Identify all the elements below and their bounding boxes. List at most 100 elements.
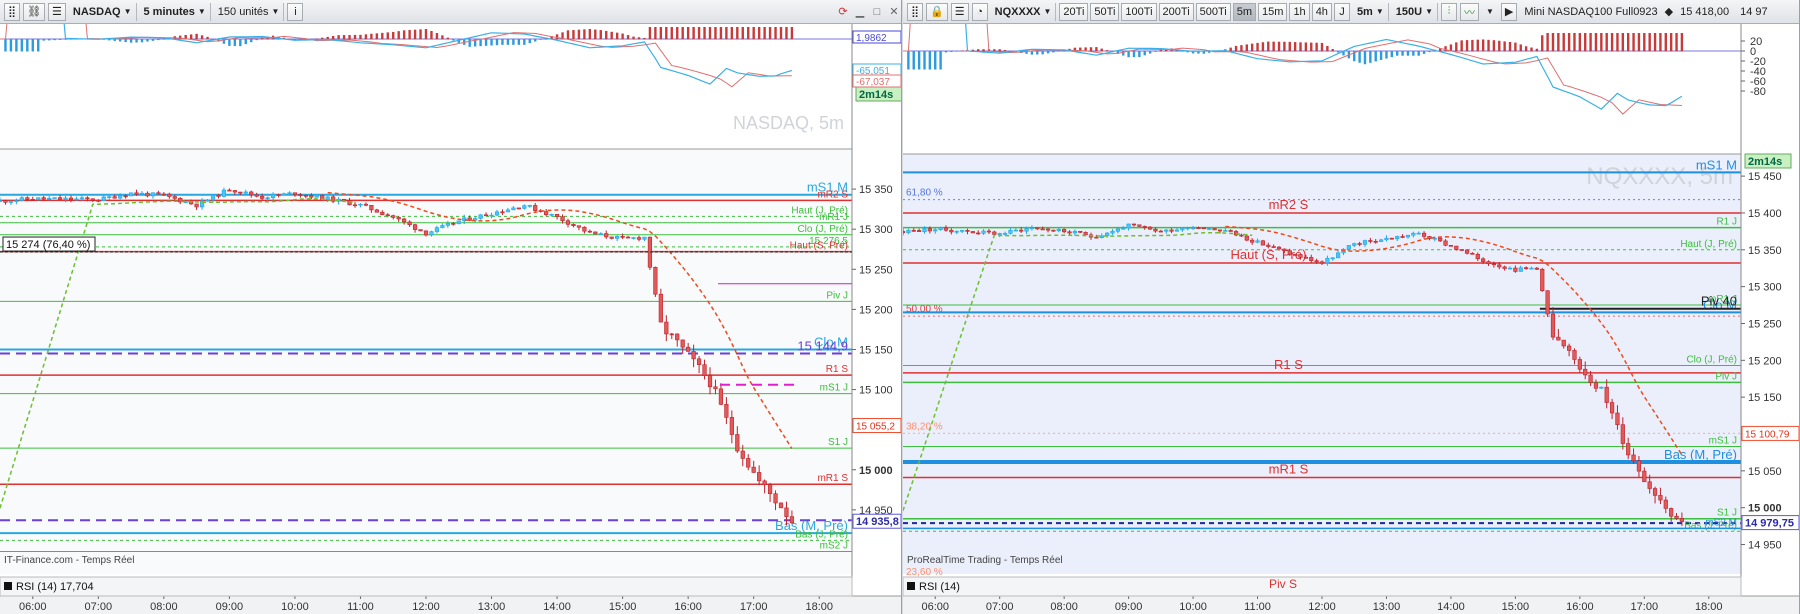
candle-body — [751, 466, 756, 473]
macd-bar — [490, 39, 493, 46]
candle-body — [746, 458, 751, 468]
refresh-icon[interactable]: ⟳ — [836, 5, 850, 19]
tf-button-200ti[interactable]: 200Ti — [1158, 2, 1194, 21]
candle-body — [582, 226, 587, 232]
candle-body — [954, 230, 959, 233]
macd-bar — [1659, 33, 1662, 52]
candle-body — [1427, 236, 1432, 239]
candle-body — [90, 198, 95, 201]
macd-bar — [1127, 51, 1130, 58]
instrument-watermark: NASDAQ, 5m — [733, 113, 844, 133]
left-chart-window: ⣿ ⛓ ☰ NASDAQ ▼ 5 minutes ▼ 150 unités ▼ i ⟳… — [0, 0, 902, 614]
candle-body — [1239, 234, 1244, 237]
symbol-select[interactable]: NASDAQ ▼ — [69, 2, 137, 21]
candle-body — [1298, 254, 1303, 258]
line-style-icon[interactable]: 〰 — [1459, 2, 1479, 21]
candle-body — [516, 207, 521, 210]
macd-bar — [670, 27, 673, 40]
macd-bar — [1234, 45, 1238, 52]
info-icon[interactable]: i — [287, 2, 304, 21]
candle-body — [1497, 264, 1502, 268]
macd-bar — [725, 27, 728, 40]
minimize-icon[interactable]: ▁ — [853, 5, 867, 19]
macd-bar — [162, 38, 166, 40]
symbol-select[interactable]: NQXXXX ▼ — [991, 2, 1057, 21]
candle-body — [1395, 236, 1400, 240]
candle-body — [571, 224, 576, 227]
timeframe-select[interactable]: 5 minutes ▼ — [140, 2, 211, 21]
close-icon[interactable]: ✕ — [887, 5, 901, 19]
drag-handle-icon[interactable]: ⣿ — [907, 2, 924, 21]
chart-type-icon[interactable]: ⫶ — [1440, 2, 1457, 21]
level-label: mS1 J — [820, 383, 848, 394]
macd-bar — [719, 27, 723, 40]
macd-bar — [752, 27, 755, 40]
macd-bar — [1283, 41, 1286, 52]
units-select[interactable]: 150 unités ▼ — [214, 2, 285, 21]
time-tick-label: 07:00 — [986, 601, 1014, 613]
candle-body — [1083, 232, 1088, 236]
time-tick-label: 15:00 — [1502, 601, 1530, 613]
macd-bar — [1095, 47, 1098, 52]
time-axis: 06:00 07:00 08:00 09:00 10:00 11:00 12:00 13:00… — [903, 595, 1799, 614]
lock-icon[interactable]: 🔒 — [926, 2, 948, 21]
tf-button-15m[interactable]: 15m — [1258, 2, 1288, 21]
macd-bar — [1476, 39, 1479, 52]
settings-icon[interactable]: ☰ — [950, 2, 969, 21]
tf-button-50ti[interactable]: 50Ti — [1090, 2, 1120, 21]
macd-bar — [626, 35, 630, 40]
time-tick-label: 13:00 — [1373, 601, 1401, 613]
macd-bar — [9, 39, 13, 52]
right-price-chart[interactable]: NQXXXX, 5m61,80 %50,00 %38,20 %23,60 %mS… — [903, 24, 1800, 614]
macd-bar — [1664, 33, 1667, 52]
candle-body — [139, 192, 145, 195]
candle-body — [906, 230, 911, 234]
tf-button-5m[interactable]: 5m — [1232, 2, 1257, 21]
maximize-icon[interactable]: □ — [870, 5, 884, 19]
candle-body — [1443, 240, 1448, 246]
macd-bar — [1632, 33, 1635, 52]
macd-bar — [1428, 51, 1431, 53]
macd-bar — [1148, 51, 1152, 54]
macd-bar — [1293, 42, 1297, 52]
time-tick-label: 06:00 — [19, 601, 47, 613]
macd-bar — [1288, 41, 1291, 52]
candle-body — [527, 205, 532, 207]
macd-bar — [1030, 51, 1034, 55]
macd-bar — [577, 29, 581, 40]
indicator-icon[interactable]: ◔ — [971, 2, 988, 21]
candle-body — [1158, 230, 1163, 233]
left-price-chart[interactable]: NASDAQ, 5mmS1 MmR2 SHaut (J, Pré)mR1 JCl… — [0, 24, 902, 614]
candle-body — [949, 229, 954, 233]
candle-body — [707, 375, 713, 388]
candle-body — [1567, 345, 1572, 351]
link-icon[interactable]: ⛓ — [23, 2, 46, 21]
candle-body — [298, 194, 303, 196]
chevron-down-icon[interactable]: ▼ — [1486, 7, 1494, 16]
drag-handle-icon[interactable]: ⣿ — [4, 2, 21, 21]
candle-body — [423, 230, 429, 236]
candle-body — [713, 386, 718, 390]
macd-bar — [195, 33, 198, 40]
macd-bar — [15, 39, 18, 52]
settings-icon[interactable]: ☰ — [48, 2, 66, 21]
macd-bar — [939, 51, 942, 70]
candle-body — [331, 196, 336, 202]
timeframe-select[interactable]: 5m ▼ — [1353, 2, 1389, 21]
tf-button-j[interactable]: J — [1333, 2, 1350, 21]
units-select[interactable]: 150U ▼ — [1392, 2, 1438, 21]
candle-body — [789, 516, 795, 524]
candle-body — [1196, 227, 1201, 230]
tf-button-20ti[interactable]: 20Ti — [1059, 2, 1089, 21]
candle-body — [549, 213, 554, 216]
contract-icon[interactable]: ▶ — [1500, 2, 1518, 21]
macd-bar — [1089, 47, 1093, 52]
rsi-color-icon — [907, 582, 915, 590]
candle-body — [1513, 267, 1518, 272]
tf-button-4h[interactable]: 4h — [1311, 2, 1332, 21]
tf-button-500ti[interactable]: 500Ti — [1195, 2, 1231, 21]
tf-button-1h[interactable]: 1h — [1289, 2, 1310, 21]
tf-button-100ti[interactable]: 100Ti — [1121, 2, 1157, 21]
macd-bar — [1143, 51, 1146, 56]
macd-value-label: -67,037 — [856, 77, 890, 88]
